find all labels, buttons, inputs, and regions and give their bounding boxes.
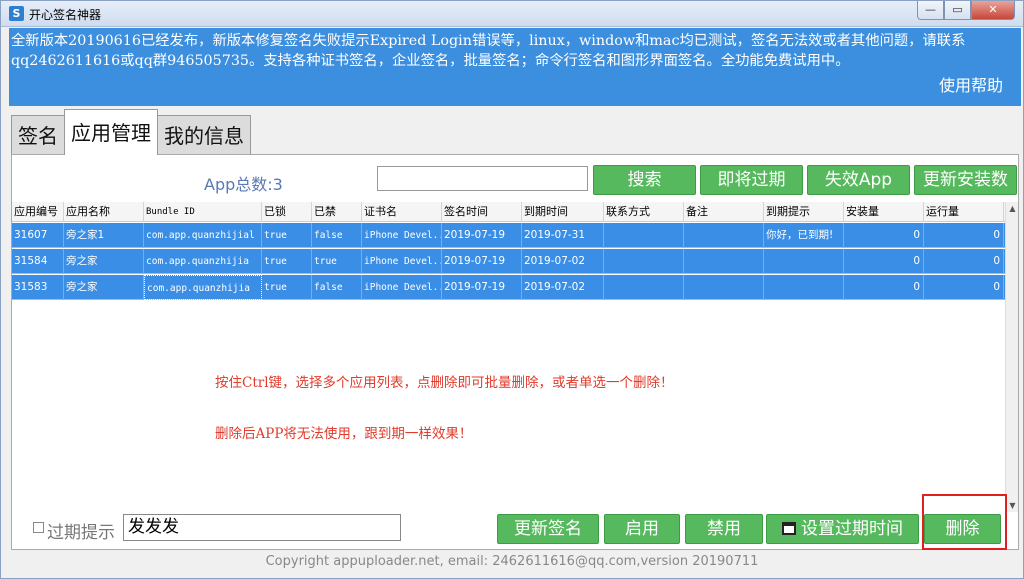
table-cell bbox=[684, 223, 764, 248]
table-row[interactable]: 31607 旁之家1 com.app.quanzhijial true fals… bbox=[12, 223, 1006, 248]
table-cell: true bbox=[262, 223, 312, 248]
tab-my-info[interactable]: 我的信息 bbox=[157, 115, 251, 155]
table-cell: 0 bbox=[924, 249, 1004, 274]
column-header[interactable]: 应用编号 bbox=[12, 202, 64, 222]
table-cell: com.app.quanzhijia bbox=[144, 249, 262, 274]
update-installs-button[interactable]: 更新安装数 bbox=[914, 165, 1017, 195]
table-cell: 2019-07-02 bbox=[522, 275, 604, 300]
table-cell bbox=[764, 249, 844, 274]
search-input[interactable] bbox=[377, 166, 588, 191]
table-cell: com.app.quanzhijial bbox=[144, 223, 262, 248]
column-header[interactable]: 备注 bbox=[684, 202, 764, 222]
table-cell: 31607 bbox=[12, 223, 64, 248]
announcement-banner: 全新版本20190616已经发布，新版本修复签名失败提示Expired Logi… bbox=[9, 28, 1021, 106]
table-cell: iPhone Devel... bbox=[362, 223, 442, 248]
table-cell: 2019-07-19 bbox=[442, 249, 522, 274]
table-cell: 0 bbox=[844, 223, 924, 248]
table-cell: 31584 bbox=[12, 249, 64, 274]
tab-sign[interactable]: 签名 bbox=[11, 115, 65, 155]
window-title: 开心签名神器 bbox=[29, 8, 102, 22]
table-cell: iPhone Devel... bbox=[362, 275, 442, 300]
announcement-text: 全新版本20190616已经发布，新版本修复签名失败提示Expired Logi… bbox=[11, 31, 1011, 71]
app-count-label: App总数:3 bbox=[204, 175, 283, 194]
scroll-up-icon[interactable]: ▲ bbox=[1006, 202, 1019, 215]
announcement-line-1: 全新版本20190616已经发布，新版本修复签名失败提示Expired Logi… bbox=[11, 33, 966, 49]
app-table: 应用编号 应用名称 Bundle ID 已锁 已禁 证书名 签名时间 到期时间 … bbox=[12, 202, 1006, 512]
column-header[interactable]: 已锁 bbox=[262, 202, 312, 222]
table-cell: 0 bbox=[844, 275, 924, 300]
column-header[interactable]: 安装量 bbox=[844, 202, 924, 222]
disable-button[interactable]: 禁用 bbox=[685, 514, 763, 544]
table-cell: com.app.quanzhijia bbox=[144, 275, 262, 300]
table-row[interactable]: 31583 旁之家 com.app.quanzhijia true false … bbox=[12, 275, 1006, 300]
batch-delete-hint: 按住Ctrl键，选择多个应用列表，点删除即可批量删除，或者单选一个删除！ bbox=[215, 375, 674, 391]
table-cell: 2019-07-19 bbox=[442, 223, 522, 248]
table-cell: 31583 bbox=[12, 275, 64, 300]
set-expire-time-button[interactable]: 设置过期时间 bbox=[766, 514, 919, 544]
column-header[interactable]: 应用名称 bbox=[64, 202, 144, 222]
maximize-button[interactable]: ▭ bbox=[944, 1, 971, 20]
main-tabs: 签名 应用管理 我的信息 bbox=[11, 109, 251, 155]
enable-button[interactable]: 启用 bbox=[604, 514, 680, 544]
column-header[interactable]: 到期提示 bbox=[764, 202, 844, 222]
table-cell: 0 bbox=[844, 249, 924, 274]
expiring-soon-button[interactable]: 即将过期 bbox=[700, 165, 803, 195]
table-cell: 你好，已到期! bbox=[764, 223, 844, 248]
scroll-down-icon[interactable]: ▼ bbox=[1006, 499, 1019, 512]
column-header[interactable]: 到期时间 bbox=[522, 202, 604, 222]
invalid-app-button[interactable]: 失效App bbox=[807, 165, 910, 195]
table-header: 应用编号 应用名称 Bundle ID 已锁 已禁 证书名 签名时间 到期时间 … bbox=[12, 202, 1006, 222]
help-link[interactable]: 使用帮助 bbox=[939, 72, 1003, 96]
table-cell: 2019-07-02 bbox=[522, 249, 604, 274]
expire-reminder-input[interactable]: 发发发 bbox=[123, 514, 401, 541]
column-header[interactable]: 证书名 bbox=[362, 202, 442, 222]
delete-effect-hint: 删除后APP将无法使用，跟到期一样效果！ bbox=[215, 426, 473, 442]
app-logo-icon: S bbox=[9, 6, 24, 21]
table-cell: true bbox=[262, 275, 312, 300]
search-button[interactable]: 搜索 bbox=[593, 165, 696, 195]
table-cell: true bbox=[312, 249, 362, 274]
table-cell: 2019-07-31 bbox=[522, 223, 604, 248]
column-header[interactable]: Bundle ID bbox=[144, 202, 262, 222]
close-button[interactable]: ✕ bbox=[971, 1, 1015, 20]
table-cell: false bbox=[312, 275, 362, 300]
table-cell: 2019-07-19 bbox=[442, 275, 522, 300]
table-row[interactable]: 31584 旁之家 com.app.quanzhijia true true i… bbox=[12, 249, 1006, 274]
table-cell: true bbox=[262, 249, 312, 274]
table-cell: 0 bbox=[924, 223, 1004, 248]
table-cell bbox=[604, 275, 684, 300]
table-cell: false bbox=[312, 223, 362, 248]
table-cell bbox=[604, 249, 684, 274]
column-header[interactable]: 签名时间 bbox=[442, 202, 522, 222]
column-header[interactable]: 联系方式 bbox=[604, 202, 684, 222]
expire-reminder-checkbox[interactable] bbox=[33, 522, 44, 533]
app-management-panel: App总数:3 搜索 即将过期 失效App 更新安装数 应用编号 应用名称 Bu… bbox=[11, 154, 1019, 550]
table-cell bbox=[604, 223, 684, 248]
table-cell: 旁之家 bbox=[64, 249, 144, 274]
update-signature-button[interactable]: 更新签名 bbox=[497, 514, 599, 544]
expire-reminder-label: 过期提示 bbox=[47, 523, 115, 543]
copyright-footer: Copyright appuploader.net, email: 246261… bbox=[265, 554, 759, 569]
title-bar[interactable]: S 开心签名神器 — ▭ ✕ bbox=[1, 1, 1023, 27]
column-header[interactable]: 运行量 bbox=[924, 202, 1004, 222]
table-cell: 0 bbox=[924, 275, 1004, 300]
table-cell bbox=[764, 275, 844, 300]
table-cell: 旁之家1 bbox=[64, 223, 144, 248]
table-cell: 旁之家 bbox=[64, 275, 144, 300]
tab-app-management[interactable]: 应用管理 bbox=[64, 109, 158, 155]
table-cell: iPhone Devel... bbox=[362, 249, 442, 274]
minimize-button[interactable]: — bbox=[917, 1, 944, 20]
column-header[interactable]: 已禁 bbox=[312, 202, 362, 222]
window-controls: — ▭ ✕ bbox=[917, 1, 1015, 21]
table-scrollbar[interactable]: ▲ ▼ bbox=[1005, 202, 1018, 512]
announcement-line-2: qq2462611616或qq群946505735。支持各种证书签名，企业签名，… bbox=[11, 53, 850, 69]
calendar-icon bbox=[782, 522, 796, 535]
table-cell bbox=[684, 275, 764, 300]
app-window: S 开心签名神器 — ▭ ✕ 全新版本20190616已经发布，新版本修复签名失… bbox=[0, 0, 1024, 579]
set-expire-time-label: 设置过期时间 bbox=[801, 519, 903, 539]
delete-highlight-box bbox=[922, 494, 1007, 550]
table-cell bbox=[684, 249, 764, 274]
